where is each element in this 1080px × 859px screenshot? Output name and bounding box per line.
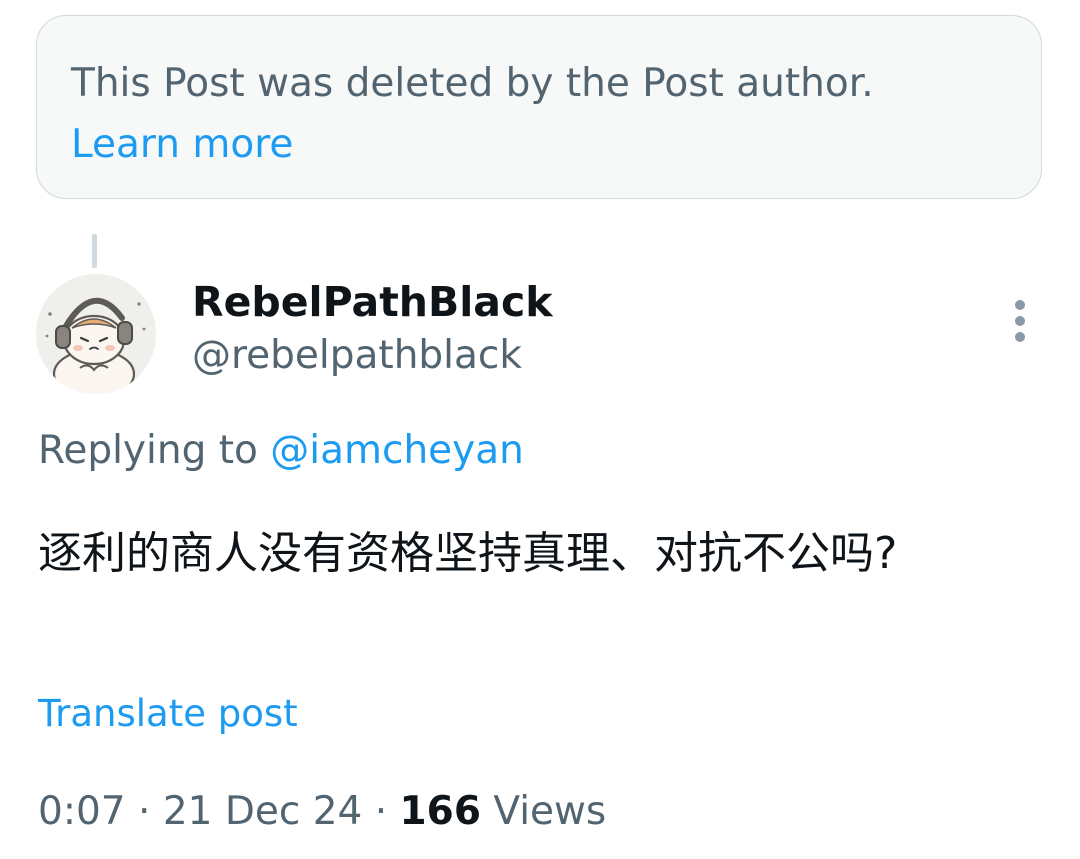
- post-detail-page: This Post was deleted by the Post author…: [0, 0, 1080, 859]
- author-display-name[interactable]: RebelPathBlack: [192, 278, 553, 326]
- more-vertical-icon[interactable]: [1002, 296, 1038, 346]
- replying-to-label: Replying to: [38, 428, 258, 473]
- translate-post-link[interactable]: Translate post: [38, 690, 298, 738]
- author-handle[interactable]: @rebelpathblack: [192, 332, 522, 380]
- meta-separator: ·: [138, 789, 151, 834]
- learn-more-link[interactable]: Learn more: [71, 123, 293, 167]
- post-time[interactable]: 0:07: [38, 789, 126, 834]
- post-date[interactable]: 21 Dec 24: [163, 789, 363, 834]
- replying-to-handle-link[interactable]: @iamcheyan: [270, 428, 524, 473]
- post-body-text: 逐利的商人没有资格坚持真理、对抗不公吗?: [38, 528, 898, 579]
- avatar[interactable]: [36, 274, 156, 394]
- replying-to-line: Replying to @iamcheyan: [38, 426, 524, 476]
- deleted-post-notice: This Post was deleted by the Post author…: [36, 15, 1042, 199]
- views-label: Views: [493, 789, 607, 834]
- meta-separator: ·: [374, 789, 388, 834]
- deleted-notice-text: This Post was deleted by the Post author…: [71, 61, 874, 106]
- post-metadata: 0:07 · 21 Dec 24 · 166 Views: [38, 787, 606, 837]
- views-count: 166: [399, 789, 481, 834]
- hamster-avatar-icon: [36, 274, 156, 394]
- thread-connector-line: [92, 234, 97, 268]
